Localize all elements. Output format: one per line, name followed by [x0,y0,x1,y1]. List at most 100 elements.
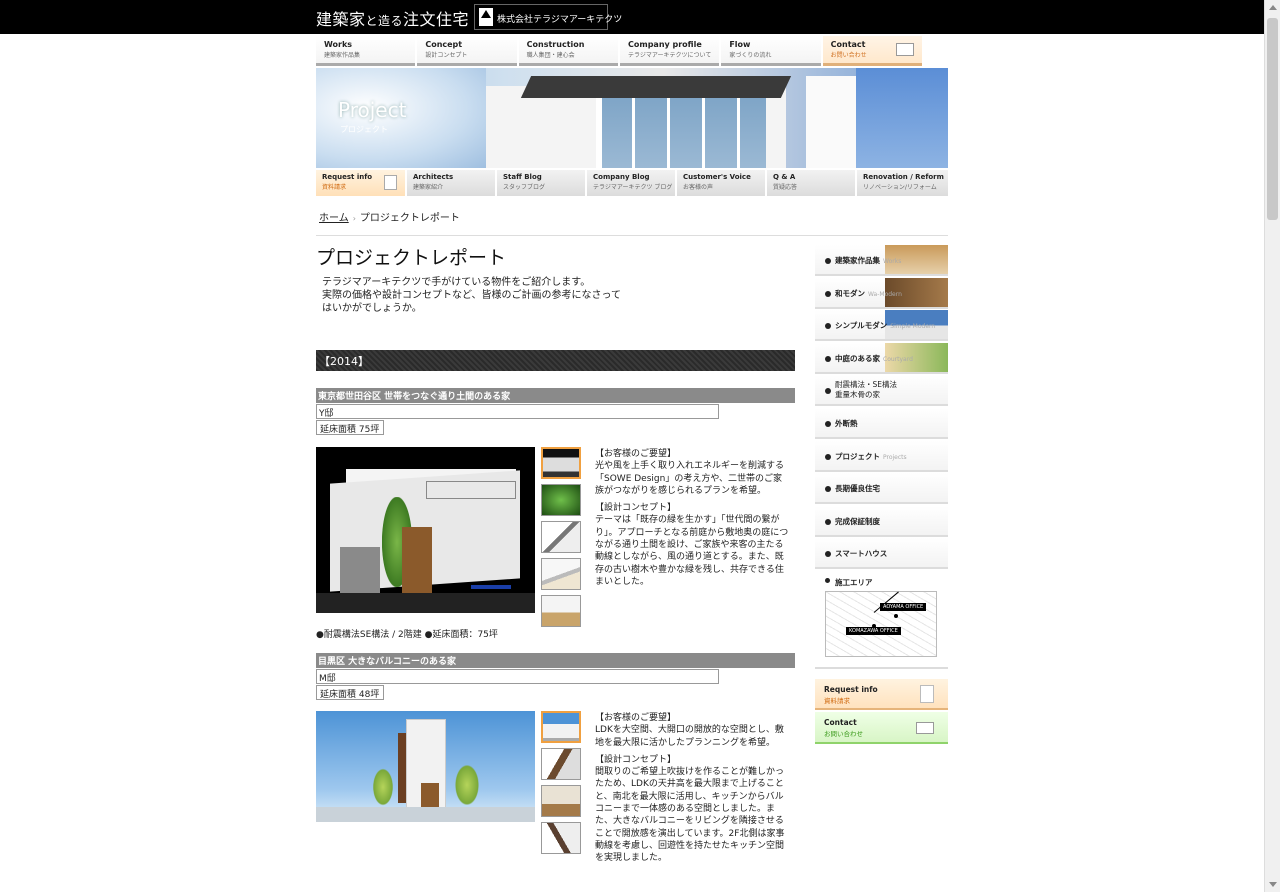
project-main-photo[interactable] [316,447,535,613]
bullet-icon [825,453,831,460]
sidebar-item-label: シンプルモダン Simple Modern [835,321,936,331]
thumbnail[interactable] [541,484,581,516]
subnav-sublabel: スタッフブログ [503,184,546,191]
nav-construction[interactable]: Construction 職人集団・建心会 [518,36,618,66]
scroll-up-icon[interactable] [1269,5,1277,10]
subnav-qa[interactable]: Q & A 質疑応答 [767,170,855,196]
thumbnail[interactable] [541,521,581,553]
project-title: 目黒区 大きなバルコニーのある家 [316,653,795,668]
sidebar-item-label: スマートハウス [835,549,888,559]
bullet-icon [825,420,831,427]
lead-line: 実際の価格や設計コンセプトなど、皆様のご計画の参考になさって [322,290,621,301]
sidebar-item-long-life-housing[interactable]: 長期優良住宅 [815,473,948,505]
subnav-company-blog[interactable]: Company Blog テラジマアーキテクツ ブログ [587,170,675,196]
sidebar-request-info-button[interactable]: Request info 資料請求 [815,678,948,710]
sidebar-item-label: 和モダン Wa-Modern [835,288,902,298]
service-area-map[interactable]: AOYAMA OFFICE KOMAZAWA OFFICE [825,590,937,657]
project-area: 延床面積 75坪 [316,420,385,435]
thumbnail-list [541,711,581,859]
sidebar-item-courtyard[interactable]: 中庭のある家 Courtyard [815,342,948,374]
title-part: 建築家 [316,10,366,29]
scrollbar-thumb[interactable] [1267,18,1278,220]
thumbnail[interactable] [541,558,581,590]
thumbnail[interactable] [541,447,581,479]
sidebar-item-label: 中庭のある家 Courtyard [835,353,913,363]
sidebar-item-projects[interactable]: プロジェクト Projects [815,440,948,472]
photo-garage [340,547,380,593]
photo-ground [316,807,535,822]
subnav-label: Q & A [773,173,796,181]
photo-bicycles [471,569,511,589]
bullet-icon [825,518,831,525]
request-heading: 【お客様のご要望】 [595,713,677,723]
sidebar-item-label: 長期優良住宅 [835,484,880,494]
bullet-icon [825,388,831,395]
concept-heading: 【設計コンセプト】 [595,754,677,765]
sidebar-contact-button[interactable]: Contact お問い合わせ [815,711,948,744]
hero-wall [806,76,856,168]
photo-ground [316,593,535,613]
request-text: 光や風を上手く取り入れエネルギーを削減する「SOWE Design」の考え方や、… [595,461,785,496]
nav-label: Construction [526,40,585,49]
sidebar-item-smart-house[interactable]: スマートハウス [815,538,948,570]
photo-tree [372,767,394,807]
hero-glass-wall [596,98,766,168]
hero-banner: Project プロジェクト [316,68,948,168]
nav-label: Company profile [627,40,702,49]
thumbnail[interactable] [541,785,581,817]
nav-flow[interactable]: Flow 家づくりの流れ [721,36,821,66]
site-title[interactable]: 建築家と造る注文住宅 [316,6,469,30]
company-logo[interactable]: 株式会社テラジマアーキテクツ [474,4,622,30]
subnav-renovation[interactable]: Renovation / Reform リノベーション/リフォーム [857,170,948,196]
hero-roof [520,76,792,98]
nav-company-profile[interactable]: Company profile テラジマアーキテクツについて [619,36,720,66]
sidebar-item-completion-guarantee[interactable]: 完成保証制度 [815,505,948,537]
subnav-label: Architects [413,173,454,181]
sidebar-item-se-structure[interactable]: 耐震構法・SE構法 重量木骨の家 [815,375,948,407]
hero-blue-sky [856,68,948,168]
subnav-request-info[interactable]: Request info 資料請求 [316,170,405,196]
nav-sublabel: テラジマアーキテクツについて [627,52,712,59]
divider [316,235,948,236]
thumbnail[interactable] [541,595,581,627]
subnav-staff-blog[interactable]: Staff Blog スタッフブログ [497,170,585,196]
subnav-sublabel: リノベーション/リフォーム [863,184,937,191]
scroll-down-icon[interactable] [1269,882,1277,887]
page-title: プロジェクトレポート [316,247,507,269]
sidebar-item-works[interactable]: 建築家作品集 Works [815,245,948,276]
site-header: 建築家と造る注文住宅 株式会社テラジマアーキテクツ [0,0,1264,34]
thumbnail[interactable] [541,711,581,743]
nav-sublabel: 設計コンセプト [425,52,468,59]
bullet-icon [825,486,831,493]
request-label: Request info [824,684,878,694]
photo-railing [426,481,516,499]
concept-text: 間取りのご希望上吹抜けを作ることが難しかったため、LDKの天井高を最大限まで上げ… [595,767,785,864]
document-icon [384,175,397,190]
nav-works[interactable]: Works 建築家作品集 [316,36,416,66]
bullet-icon [825,323,831,330]
envelope-icon [916,721,934,734]
breadcrumb-home-link[interactable]: ホーム [319,213,349,224]
vertical-scrollbar[interactable] [1264,0,1280,892]
lead-line: テラジマアーキテクツで手がけている物件をご紹介します。 [322,277,591,288]
nav-label: Concept [425,40,463,49]
sidebar-item-wa-modern[interactable]: 和モダン Wa-Modern [815,277,948,309]
sidebar-item-simple-modern[interactable]: シンプルモダン Simple Modern [815,310,948,342]
bullet-icon [825,258,831,264]
map-label-komazawa: KOMAZAWA OFFICE [846,626,901,635]
nav-sublabel: 職人集団・建心会 [526,52,575,59]
thumbnail[interactable] [541,748,581,780]
bullet-icon [825,290,831,297]
nav-concept[interactable]: Concept 設計コンセプト [417,36,517,66]
sidebar-item-insulation[interactable]: 外断熱 [815,407,948,439]
project-owner: Y邸 [316,404,719,419]
subnav-sublabel: テラジマアーキテクツ ブログ [593,184,673,191]
project-main-photo[interactable] [316,711,535,822]
subnav-customers-voice[interactable]: Customer's Voice お客様の声 [677,170,765,196]
project-title: 東京都世田谷区 世帯をつなぐ通り土間のある家 [316,388,795,403]
thumbnail[interactable] [541,822,581,854]
project-owner: M邸 [316,669,719,684]
subnav-architects[interactable]: Architects 建築家紹介 [407,170,495,196]
nav-contact[interactable]: Contact お問い合わせ [822,36,922,66]
nav-sublabel: 家づくりの流れ [729,52,772,59]
